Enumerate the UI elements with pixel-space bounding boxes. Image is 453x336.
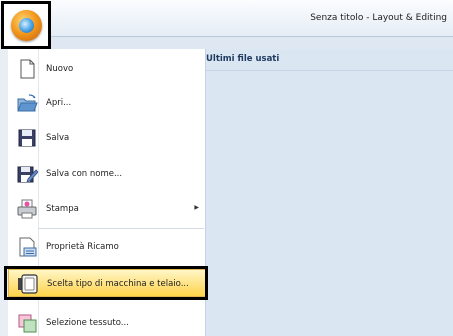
menu-item-label: Proprietà Ricamo	[46, 242, 119, 252]
save-disk-icon	[16, 127, 38, 149]
new-document-icon	[16, 58, 38, 80]
properties-icon	[16, 236, 38, 258]
fabric-icon	[16, 312, 38, 334]
menu-item-label: Apri...	[46, 98, 72, 108]
submenu-arrow-icon: ▶	[194, 204, 199, 211]
menu-item-save[interactable]: Salva	[8, 124, 206, 152]
menu-item-open[interactable]: Apri...	[8, 89, 206, 117]
menu-item-save-as[interactable]: Salva con nome...	[8, 160, 206, 188]
menu-item-label: Selezione tessuto...	[46, 318, 129, 328]
application-button[interactable]	[1, 1, 51, 49]
open-folder-icon	[16, 92, 38, 114]
printer-icon	[16, 198, 38, 220]
menu-item-fabric-selection[interactable]: Selezione tessuto...	[8, 309, 206, 336]
recent-files-header: Ultimi file usati	[206, 49, 453, 71]
menu-item-embroidery-properties[interactable]: Proprietà Ricamo	[8, 233, 206, 261]
menu-item-new[interactable]: Nuovo	[8, 55, 206, 83]
recent-files-panel: Ultimi file usati	[206, 49, 453, 336]
save-as-icon	[16, 163, 39, 185]
window-title: Senza titolo - Layout & Editing	[310, 13, 447, 23]
selection-callout-frame	[4, 266, 208, 300]
title-bar: Senza titolo - Layout & Editing	[0, 0, 453, 36]
menu-item-label: Stampa	[46, 204, 79, 214]
menu-separator	[38, 228, 204, 229]
menu-item-label: Salva con nome...	[46, 169, 123, 179]
menu-item-label: Salva	[46, 133, 70, 143]
app-orb-icon	[11, 10, 42, 41]
menu-item-label: Nuovo	[46, 64, 74, 74]
menu-item-print[interactable]: Stampa ▶	[8, 195, 206, 223]
app-orb-center	[19, 18, 34, 33]
